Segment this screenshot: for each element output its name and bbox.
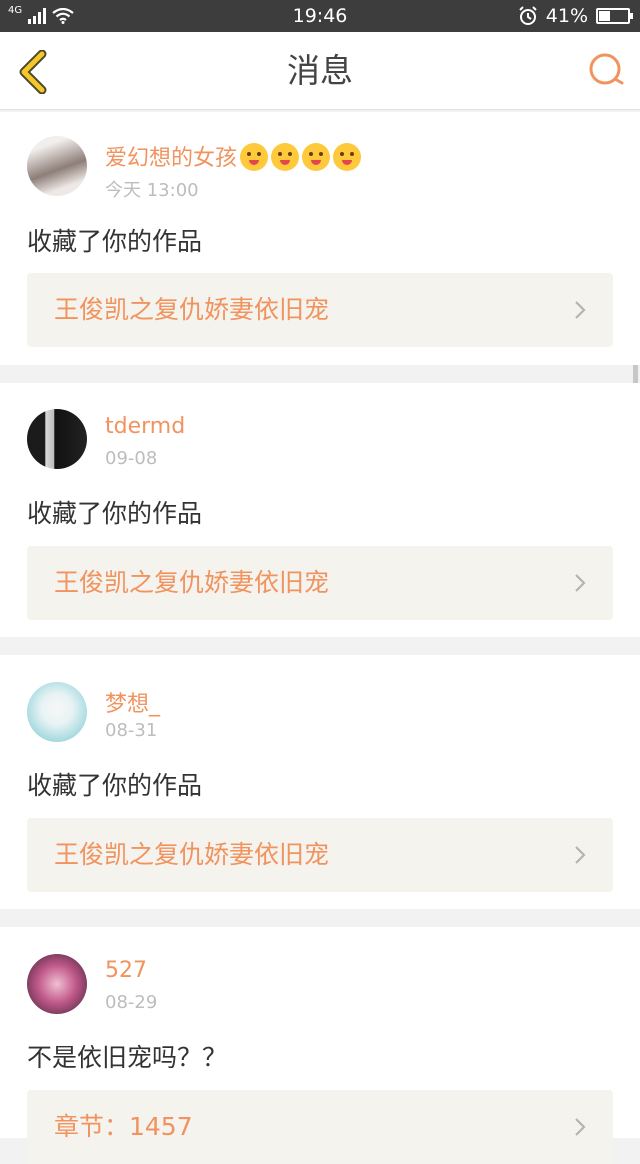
username[interactable]: tdermd xyxy=(105,414,185,439)
nav-bar: 消息 xyxy=(0,32,640,110)
status-bar: 4G 19:46 41% xyxy=(0,0,640,32)
message-date: 08-31 xyxy=(105,720,158,741)
chevron-right-icon xyxy=(575,846,586,864)
message-card: tdermd 09-08 收藏了你的作品 王俊凯之复仇娇妻依旧宠 xyxy=(0,383,640,637)
message-text: 收藏了你的作品 xyxy=(27,227,203,256)
work-title: 王俊凯之复仇娇妻依旧宠 xyxy=(54,568,330,597)
avatar[interactable] xyxy=(27,682,87,742)
message-text: 收藏了你的作品 xyxy=(27,499,203,528)
avatar[interactable] xyxy=(27,136,87,196)
message-date: 09-08 xyxy=(105,448,158,469)
emoji-icon xyxy=(333,143,362,171)
chevron-right-icon xyxy=(575,1118,586,1136)
search-icon[interactable] xyxy=(586,50,626,90)
chevron-right-icon xyxy=(575,574,586,592)
username[interactable]: 527 xyxy=(105,958,147,983)
avatar[interactable] xyxy=(27,954,87,1014)
chevron-right-icon xyxy=(575,301,586,319)
emoji-icon xyxy=(240,143,269,171)
alarm-icon xyxy=(519,6,537,25)
emoji-icon xyxy=(302,143,331,171)
message-date: 08-29 xyxy=(105,992,158,1013)
work-link[interactable]: 王俊凯之复仇娇妻依旧宠 xyxy=(27,818,613,892)
work-link[interactable]: 章节：1457 xyxy=(27,1090,613,1164)
message-card: 梦想_ 08-31 收藏了你的作品 王俊凯之复仇娇妻依旧宠 xyxy=(0,655,640,909)
work-link[interactable]: 王俊凯之复仇娇妻依旧宠 xyxy=(27,273,613,347)
message-text: 不是依旧宠吗？？ xyxy=(27,1043,228,1072)
work-link[interactable]: 王俊凯之复仇娇妻依旧宠 xyxy=(27,546,613,620)
emoji-icon xyxy=(271,143,300,171)
page-title: 消息 xyxy=(287,51,353,90)
work-title: 王俊凯之复仇娇妻依旧宠 xyxy=(54,295,330,324)
battery-percent: 41% xyxy=(545,5,588,27)
message-text: 收藏了你的作品 xyxy=(27,771,203,800)
message-card: 爱幻想的女孩 今天 13:00 收藏了你的作品 王俊凯之复仇娇妻依旧宠 xyxy=(0,112,640,365)
status-right: 41% xyxy=(518,0,633,32)
username[interactable]: 梦想_ xyxy=(105,686,160,718)
work-title: 王俊凯之复仇娇妻依旧宠 xyxy=(54,840,330,869)
message-date: 今天 13:00 xyxy=(105,180,199,201)
battery-icon xyxy=(596,8,633,24)
avatar[interactable] xyxy=(27,409,87,469)
work-title: 章节：1457 xyxy=(54,1112,193,1141)
username[interactable]: 爱幻想的女孩 xyxy=(105,140,362,172)
message-card: 527 08-29 不是依旧宠吗？？ 章节：1457 xyxy=(0,927,640,1164)
